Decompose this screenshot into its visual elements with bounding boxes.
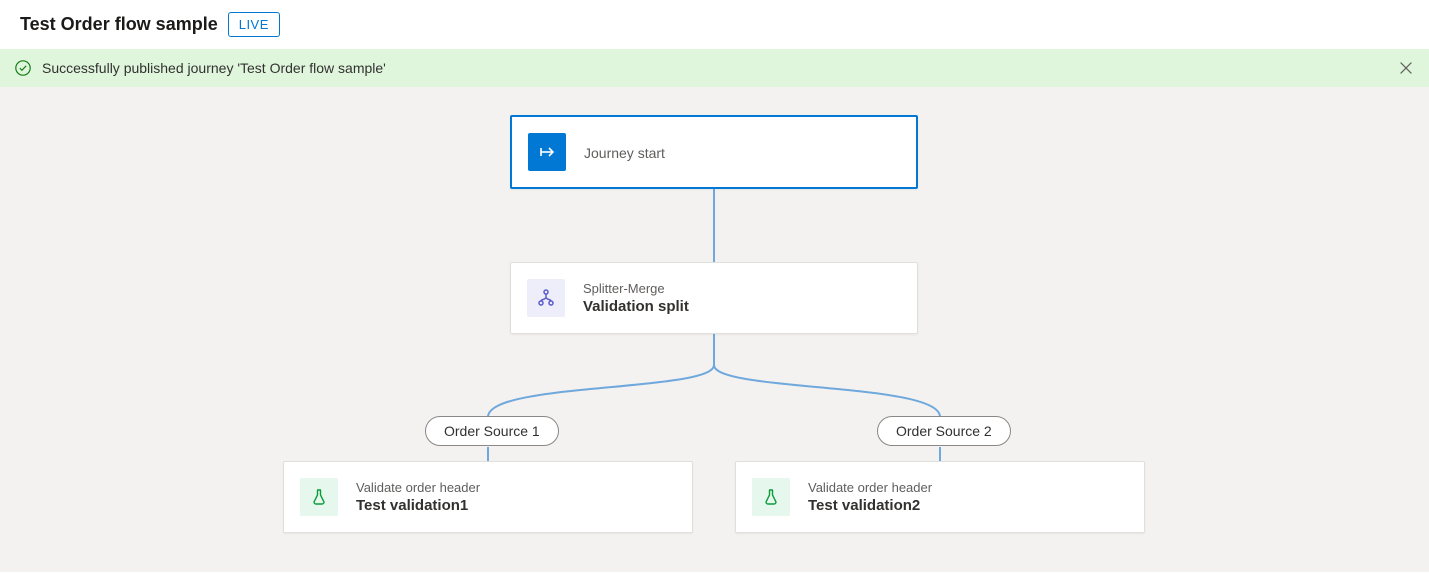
node-title: Validation split [583,298,689,315]
node-journey-start[interactable]: Journey start [510,115,918,189]
node-splitter[interactable]: Splitter-Merge Validation split [510,262,918,334]
status-badge-live: LIVE [228,12,280,37]
node-title: Journey start [584,145,665,161]
node-title: Test validation1 [356,497,480,514]
check-circle-icon [14,59,32,77]
node-validate-2[interactable]: Validate order header Test validation2 [735,461,1145,533]
node-type-label: Validate order header [808,480,932,495]
banner-message: Successfully published journey 'Test Ord… [42,60,386,76]
node-validate-1[interactable]: Validate order header Test validation1 [283,461,693,533]
node-title: Test validation2 [808,497,932,514]
node-type-label: Validate order header [356,480,480,495]
branch-label-text: Order Source 2 [896,423,992,439]
split-icon [527,279,565,317]
flask-icon [752,478,790,516]
node-type-label: Splitter-Merge [583,281,689,296]
branch-label-text: Order Source 1 [444,423,540,439]
flask-icon [300,478,338,516]
branch-label-1[interactable]: Order Source 1 [425,416,559,446]
success-banner: Successfully published journey 'Test Ord… [0,49,1429,87]
branch-label-2[interactable]: Order Source 2 [877,416,1011,446]
journey-canvas[interactable]: Journey start Splitter-Merge Validation … [0,87,1429,572]
page-header: Test Order flow sample LIVE [0,0,1429,49]
arrow-start-icon [528,133,566,171]
close-icon[interactable] [1397,59,1415,77]
page-title: Test Order flow sample [20,14,218,35]
